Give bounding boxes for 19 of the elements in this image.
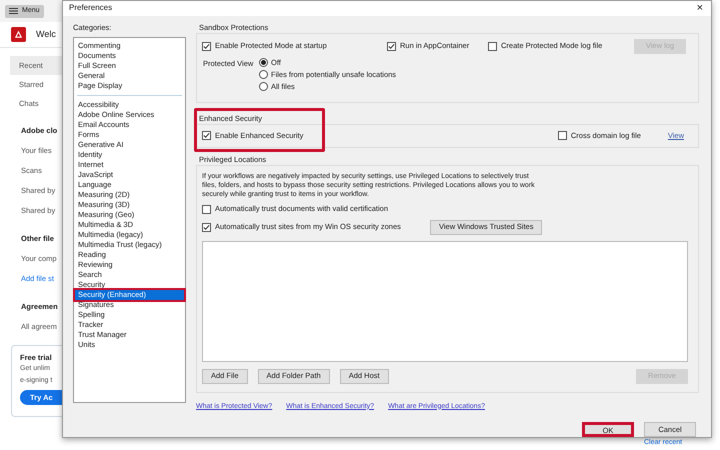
checkmark-icon bbox=[203, 224, 210, 230]
checkbox[interactable] bbox=[202, 222, 211, 232]
checkbox[interactable] bbox=[202, 42, 211, 50]
checkmark-icon bbox=[203, 42, 210, 50]
radio-button[interactable] bbox=[259, 58, 268, 67]
window-title: Preferences bbox=[69, 2, 112, 14]
checkmark-icon bbox=[388, 42, 395, 50]
checkbox[interactable] bbox=[202, 204, 211, 214]
checkbox[interactable] bbox=[387, 42, 396, 50]
close-button[interactable]: × bbox=[696, 2, 703, 14]
welcome-title: Welc bbox=[36, 28, 56, 41]
menu-icon bbox=[9, 8, 18, 14]
radio-button[interactable] bbox=[259, 70, 268, 79]
checkbox[interactable] bbox=[202, 131, 211, 140]
checkmark-icon bbox=[203, 132, 210, 139]
checkbox[interactable] bbox=[558, 131, 567, 140]
checkbox[interactable] bbox=[488, 42, 497, 50]
pdf-logo-icon bbox=[11, 27, 26, 42]
radio-button[interactable] bbox=[259, 82, 268, 91]
